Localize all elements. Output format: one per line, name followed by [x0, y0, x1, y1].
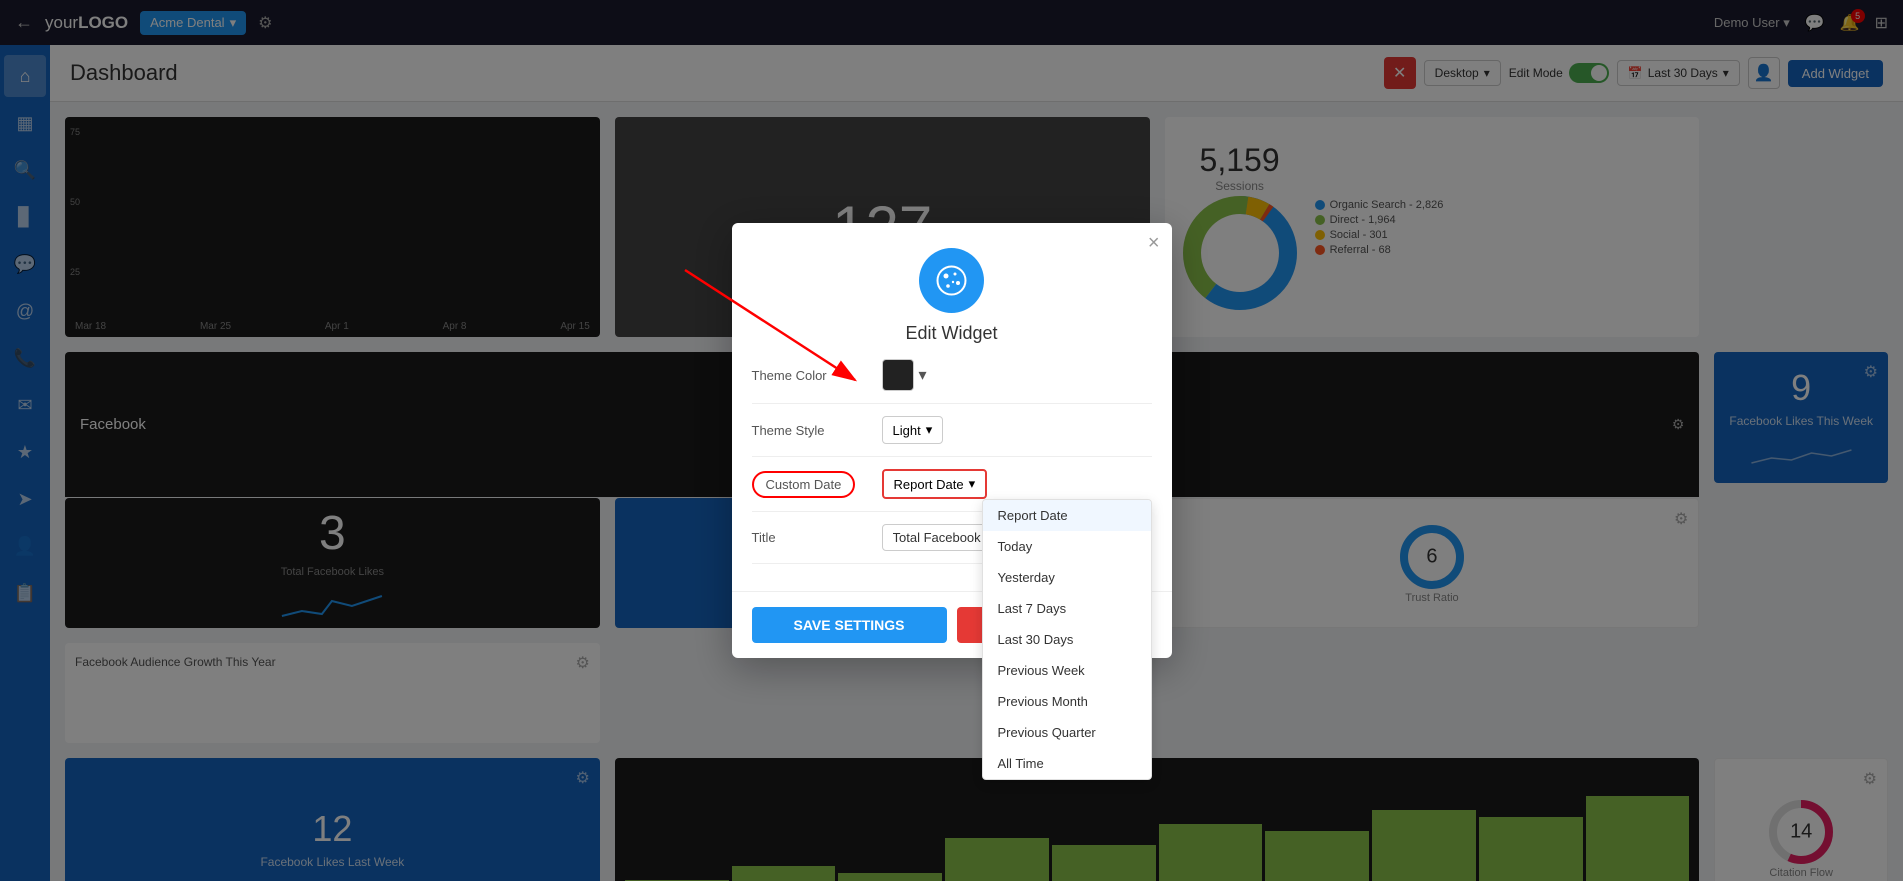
chevron-down-icon: ▾: [969, 476, 976, 492]
widget-icon-circle: [919, 248, 984, 313]
theme-style-label: Theme Style: [752, 423, 882, 438]
dropdown-item-previous-month[interactable]: Previous Month: [983, 686, 1151, 717]
modal-icon-area: [732, 223, 1172, 313]
dropdown-item-previous-quarter[interactable]: Previous Quarter: [983, 717, 1151, 748]
dropdown-item-last-7-days[interactable]: Last 7 Days: [983, 593, 1151, 624]
modal-body: Theme Color ▾ Theme Style Light ▾: [732, 359, 1172, 591]
custom-date-dropdown-menu: Report Date Today Yesterday Last 7 Days …: [982, 499, 1152, 780]
dropdown-item-previous-week[interactable]: Previous Week: [983, 655, 1151, 686]
theme-style-dropdown[interactable]: Light ▾: [882, 416, 944, 444]
chevron-down-icon: ▾: [926, 422, 933, 438]
theme-color-control: ▾: [882, 359, 1152, 391]
modal-close-button[interactable]: ×: [1148, 233, 1160, 253]
custom-date-circled-label: Custom Date: [752, 471, 856, 498]
custom-date-field-label: Custom Date: [752, 471, 882, 498]
modal-title: Edit Widget: [732, 313, 1172, 359]
edit-widget-modal: × Edit Widget Theme Color: [732, 223, 1172, 658]
dropdown-item-last-30-days[interactable]: Last 30 Days: [983, 624, 1151, 655]
dropdown-item-yesterday[interactable]: Yesterday: [983, 562, 1151, 593]
theme-color-row: Theme Color ▾: [752, 359, 1152, 404]
dropdown-item-today[interactable]: Today: [983, 531, 1151, 562]
widget-title-label: Title: [752, 530, 882, 545]
color-picker-button[interactable]: [882, 359, 914, 391]
theme-style-control: Light ▾: [882, 416, 1152, 444]
custom-date-row: Custom Date Report Date ▾ Report Date To…: [752, 469, 1152, 512]
dropdown-item-report-date[interactable]: Report Date: [983, 500, 1151, 531]
save-settings-button[interactable]: SAVE SETTINGS: [752, 607, 947, 643]
color-chevron-down-icon[interactable]: ▾: [919, 365, 927, 385]
theme-style-row: Theme Style Light ▾: [752, 416, 1152, 457]
custom-date-dropdown[interactable]: Report Date ▾: [882, 469, 988, 499]
theme-color-label: Theme Color: [752, 368, 882, 383]
modal-overlay[interactable]: × Edit Widget Theme Color: [0, 0, 1903, 881]
dropdown-item-all-time[interactable]: All Time: [983, 748, 1151, 779]
custom-date-control: Report Date ▾ Report Date Today Yesterda…: [882, 469, 1152, 499]
